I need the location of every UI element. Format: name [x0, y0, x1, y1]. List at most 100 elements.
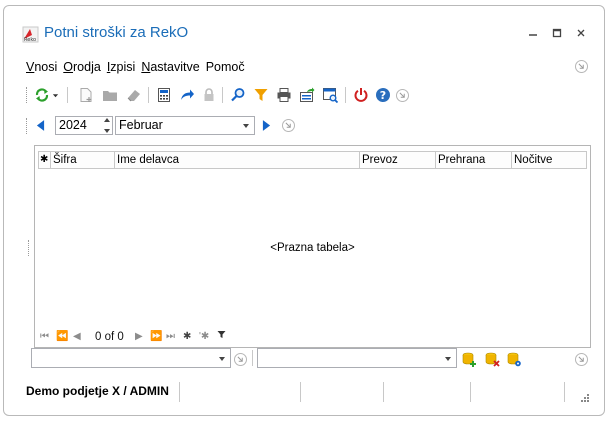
- grid-header: ✱ Šifra Ime delavca Prevoz Prehrana Noči…: [38, 151, 587, 169]
- spin-up-icon[interactable]: [103, 118, 110, 122]
- export-icon: [300, 87, 315, 102]
- period-grip[interactable]: [26, 118, 28, 134]
- maximize-button[interactable]: [548, 25, 566, 43]
- bottom-expand-icon[interactable]: [575, 353, 588, 366]
- first-record-icon[interactable]: ⏮: [40, 330, 49, 344]
- period-selector: 2024 Februar: [24, 116, 424, 136]
- coins-remove-icon: [485, 352, 500, 367]
- splitter-grip[interactable]: [28, 240, 30, 256]
- column-header-prehrana[interactable]: Prehrana: [436, 152, 512, 168]
- lock-button[interactable]: [199, 85, 219, 105]
- bottom-separator: [252, 350, 253, 366]
- next-period-button[interactable]: [259, 115, 273, 135]
- period-expand-icon[interactable]: [282, 119, 295, 132]
- spin-down-icon[interactable]: [103, 129, 110, 133]
- column-header-nocitve[interactable]: Nočitve: [512, 152, 586, 168]
- grid-navigator: ⏮ ⏪ ◀ 0 of 0 ▶ ⏩ ⏭ ✱ '✱: [40, 330, 240, 344]
- export-button[interactable]: [297, 85, 317, 105]
- menu-nastavitve[interactable]: Nastavitve: [141, 60, 199, 78]
- empty-table-text: <Prazna tabela>: [270, 242, 355, 254]
- filter-icon: [254, 89, 268, 101]
- preview-button[interactable]: [320, 85, 340, 105]
- menu-vnosi[interactable]: Vnosi: [26, 60, 57, 78]
- left-combo-expand-icon[interactable]: [234, 353, 247, 366]
- main-window: Reko Potni stroški za RekO Vnosi Orodja …: [3, 5, 605, 416]
- settings-coins-button[interactable]: [506, 351, 522, 367]
- menu-bar: Vnosi Orodja Izpisi Nastavitve Pomoč: [26, 60, 251, 78]
- menu-pomoc[interactable]: Pomoč: [206, 60, 245, 78]
- toolbar-separator: [148, 87, 149, 103]
- app-logo-icon: Reko: [22, 26, 39, 43]
- month-select[interactable]: Februar: [115, 116, 255, 135]
- menu-orodja[interactable]: Orodja: [63, 60, 101, 78]
- toolbar-grip[interactable]: [26, 87, 28, 103]
- add-coins-button[interactable]: [461, 351, 477, 367]
- menu-orodja-label: rodja: [73, 60, 101, 74]
- status-separator: [383, 382, 384, 402]
- chevron-down-icon: [52, 93, 58, 97]
- new-icon: [80, 88, 92, 102]
- menu-expand-icon[interactable]: [575, 60, 588, 73]
- refresh-button[interactable]: [32, 85, 52, 105]
- print-icon: [277, 88, 291, 102]
- open-button[interactable]: [100, 85, 120, 105]
- filter-button[interactable]: [251, 85, 271, 105]
- toolbar-expand-icon[interactable]: [396, 89, 409, 102]
- search-button[interactable]: [228, 85, 248, 105]
- insert-record-icon[interactable]: '✱: [199, 330, 209, 344]
- refresh-dropdown[interactable]: [50, 85, 60, 105]
- chevron-down-icon: [445, 357, 451, 361]
- next-record-icon[interactable]: ▶: [135, 330, 143, 344]
- status-separator: [300, 382, 301, 402]
- menu-vnosi-label: nosi: [34, 60, 58, 74]
- funnel-icon: [217, 331, 226, 338]
- filter-small-icon[interactable]: [217, 330, 226, 344]
- column-header-sifra[interactable]: Šifra: [51, 152, 115, 168]
- close-button[interactable]: [572, 25, 590, 43]
- title-bar: Reko Potni stroški za RekO: [4, 6, 604, 50]
- month-value: Februar: [119, 118, 163, 132]
- last-record-icon[interactable]: ⏭: [166, 330, 175, 344]
- chevron-down-icon: [243, 124, 249, 128]
- new-button[interactable]: [76, 85, 96, 105]
- delete-button[interactable]: [124, 85, 144, 105]
- prev-record-icon[interactable]: ◀: [73, 330, 81, 344]
- year-input[interactable]: 2024: [55, 116, 113, 135]
- menu-izpisi[interactable]: Izpisi: [107, 60, 136, 78]
- print-button[interactable]: [274, 85, 294, 105]
- power-icon: [354, 88, 368, 102]
- arrow-left-icon: [36, 119, 44, 131]
- menu-izpisi-label: zpisi: [110, 60, 136, 74]
- data-grid[interactable]: ✱ Šifra Ime delavca Prevoz Prehrana Noči…: [34, 145, 591, 348]
- minimize-button[interactable]: [524, 25, 542, 43]
- exit-button[interactable]: [351, 85, 371, 105]
- prev-page-icon[interactable]: ⏪: [56, 330, 68, 344]
- resize-grip-icon[interactable]: [578, 394, 590, 404]
- svg-text:Reko: Reko: [24, 37, 36, 43]
- status-bar: Demo podjetje X / ADMIN: [4, 376, 604, 404]
- menu-orodja-accel: O: [63, 60, 74, 74]
- refresh-icon: [35, 88, 49, 102]
- next-page-icon[interactable]: ⏩: [150, 330, 162, 344]
- column-header-prevoz[interactable]: Prevoz: [360, 152, 436, 168]
- column-header-ime-delavca[interactable]: Ime delavca: [115, 152, 360, 168]
- menu-nastavitve-accel: N: [141, 60, 151, 74]
- forward-button[interactable]: [177, 85, 197, 105]
- year-spinner[interactable]: [102, 118, 111, 133]
- right-combo[interactable]: [257, 348, 457, 368]
- calculator-button[interactable]: [154, 85, 174, 105]
- forward-icon: [181, 89, 194, 100]
- coins-settings-icon: [507, 352, 521, 367]
- remove-coins-button[interactable]: [484, 351, 500, 367]
- year-value: 2024: [59, 118, 87, 132]
- status-separator: [470, 382, 471, 402]
- append-record-icon[interactable]: ✱: [183, 330, 191, 344]
- coins-add-icon: [462, 352, 476, 367]
- chevron-down-icon: [219, 357, 225, 361]
- left-combo[interactable]: [31, 348, 231, 368]
- eraser-icon: [127, 90, 140, 102]
- help-button[interactable]: ?: [373, 85, 393, 105]
- menu-pomoc-label: Pomoč: [205, 60, 245, 74]
- prev-period-button[interactable]: [33, 115, 47, 135]
- toolbar-separator: [222, 87, 223, 103]
